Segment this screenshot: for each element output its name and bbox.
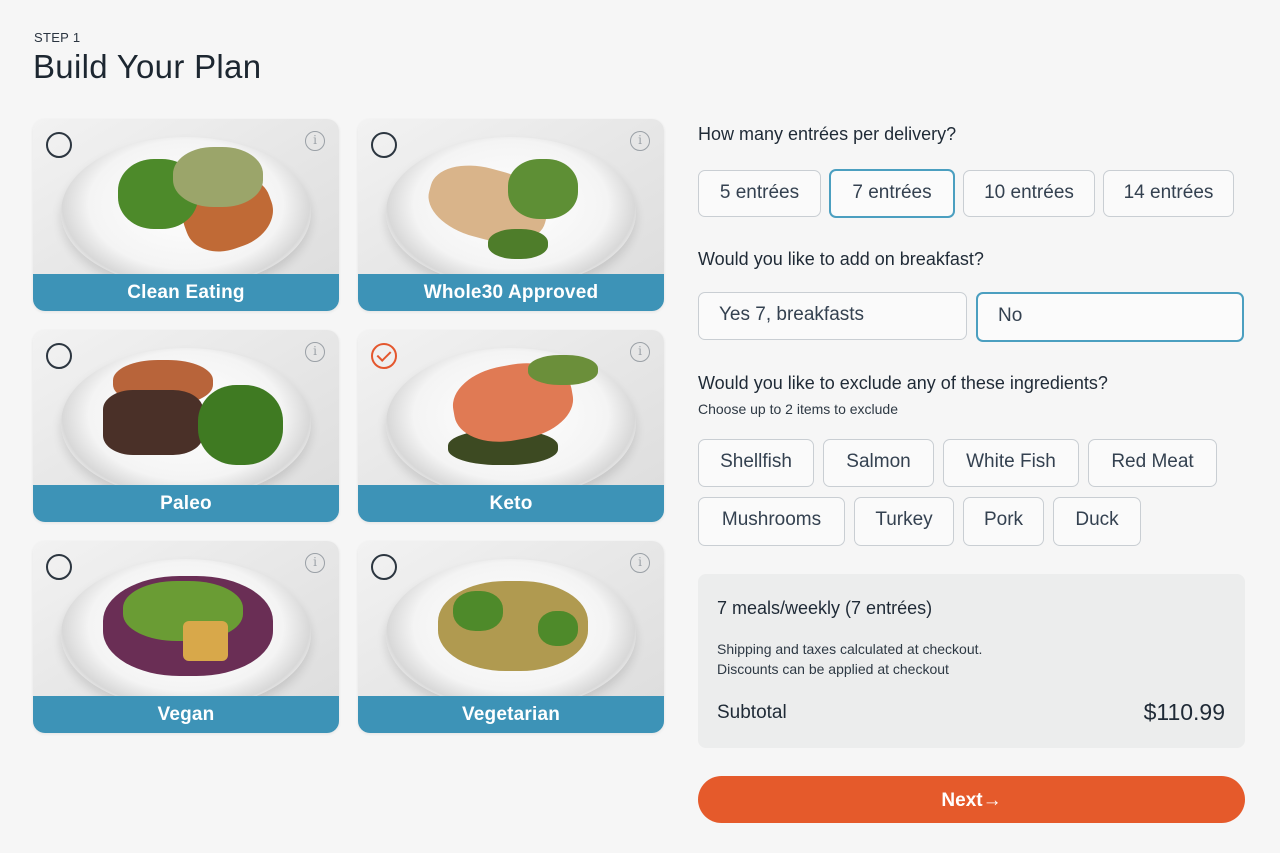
exclude-salmon[interactable]: Salmon	[823, 439, 934, 487]
food-image	[183, 621, 228, 661]
food-image	[453, 591, 503, 631]
plan-label: Paleo	[33, 485, 339, 522]
next-button[interactable]: Next→	[698, 776, 1245, 823]
plan-label: Whole30 Approved	[358, 274, 664, 311]
summary-title: 7 meals/weekly (7 entrées)	[717, 598, 933, 618]
exclude-mushrooms[interactable]: Mushrooms	[698, 497, 845, 546]
radio-circle-icon[interactable]	[46, 132, 72, 158]
food-image	[198, 385, 283, 465]
exclude-red-meat[interactable]: Red Meat	[1088, 439, 1217, 487]
exclude-white-fish[interactable]: White Fish	[943, 439, 1079, 487]
exclude-turkey[interactable]: Turkey	[854, 497, 954, 546]
entrees-option-5[interactable]: 5 entrées	[698, 170, 821, 217]
plan-label: Vegetarian	[358, 696, 664, 733]
summary-shipping-note: Shipping and taxes calculated at checkou…	[717, 641, 983, 657]
plan-label: Keto	[358, 485, 664, 522]
plan-label: Vegan	[33, 696, 339, 733]
step-label: STEP 1	[34, 30, 81, 45]
exclude-shellfish[interactable]: Shellfish	[698, 439, 814, 487]
food-image	[488, 229, 548, 259]
exclude-question: Would you like to exclude any of these i…	[698, 373, 1108, 393]
subtotal-value: $110.99	[1143, 699, 1225, 725]
food-image	[528, 355, 598, 385]
plan-card-vegetarian[interactable]: i Vegetarian	[358, 541, 664, 733]
exclude-hint: Choose up to 2 items to exclude	[698, 401, 899, 417]
check-circle-icon[interactable]	[371, 343, 397, 369]
subtotal-label: Subtotal	[717, 702, 787, 723]
info-icon[interactable]: i	[630, 131, 650, 151]
entrees-option-10[interactable]: 10 entrées	[963, 170, 1095, 217]
breakfast-option-yes[interactable]: Yes 7, breakfasts	[698, 292, 967, 340]
food-image	[538, 611, 578, 646]
plan-card-paleo[interactable]: i Paleo	[33, 330, 339, 522]
info-icon[interactable]: i	[630, 342, 650, 362]
breakfast-option-no[interactable]: No	[976, 292, 1244, 342]
info-icon[interactable]: i	[305, 131, 325, 151]
radio-circle-icon[interactable]	[371, 554, 397, 580]
food-image	[173, 147, 263, 207]
summary-discount-note: Discounts can be applied at checkout	[717, 661, 949, 677]
info-icon[interactable]: i	[305, 553, 325, 573]
breakfast-question: Would you like to add on breakfast?	[698, 249, 984, 269]
plan-label: Clean Eating	[33, 274, 339, 311]
plan-card-vegan[interactable]: i Vegan	[33, 541, 339, 733]
entrees-option-14[interactable]: 14 entrées	[1103, 170, 1234, 217]
plan-card-keto[interactable]: i Keto	[358, 330, 664, 522]
exclude-duck[interactable]: Duck	[1053, 497, 1141, 546]
food-image	[103, 390, 203, 455]
exclude-pork[interactable]: Pork	[963, 497, 1044, 546]
page-title: Build Your Plan	[33, 48, 262, 85]
info-icon[interactable]: i	[305, 342, 325, 362]
order-summary: 7 meals/weekly (7 entrées) Shipping and …	[698, 574, 1245, 748]
radio-circle-icon[interactable]	[46, 343, 72, 369]
info-icon[interactable]: i	[630, 553, 650, 573]
food-image	[508, 159, 578, 219]
radio-circle-icon[interactable]	[46, 554, 72, 580]
radio-circle-icon[interactable]	[371, 132, 397, 158]
plan-card-clean-eating[interactable]: i Clean Eating	[33, 119, 339, 311]
entrees-option-7[interactable]: 7 entrées	[829, 169, 955, 218]
plan-card-whole30[interactable]: i Whole30 Approved	[358, 119, 664, 311]
entrees-question: How many entrées per delivery?	[698, 124, 957, 144]
